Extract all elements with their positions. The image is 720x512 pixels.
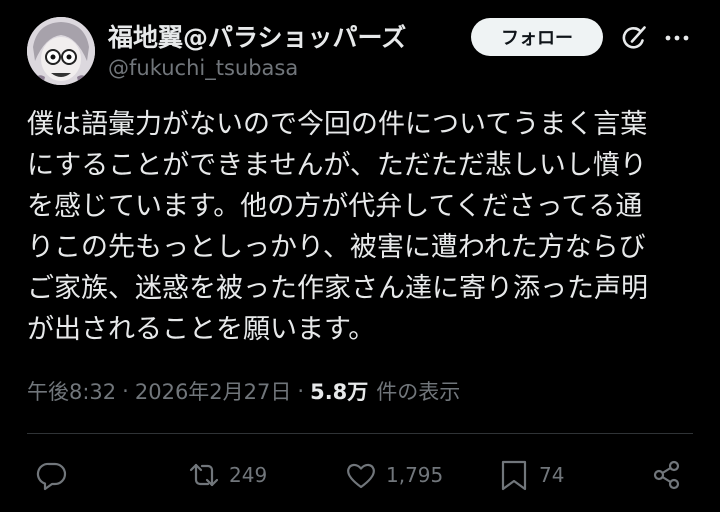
heart-icon bbox=[347, 463, 375, 489]
tweet-date[interactable]: 2026年2月27日 bbox=[135, 376, 292, 406]
like-button[interactable]: 1,795 bbox=[345, 458, 443, 492]
bookmark-button[interactable]: 74 bbox=[498, 458, 564, 492]
share-button[interactable] bbox=[651, 458, 683, 492]
tweet-line: りこの先もっとしっかり、被害に遭われた方ならび bbox=[27, 232, 646, 263]
retweet-count: 249 bbox=[229, 463, 268, 487]
meta-separator: · bbox=[122, 379, 129, 403]
more-icon[interactable] bbox=[664, 30, 690, 46]
tweet-line: が出されることを願います。 bbox=[27, 314, 376, 345]
bookmark-icon bbox=[501, 460, 527, 491]
bookmark-count: 74 bbox=[539, 463, 565, 487]
tweet-line: にすることができませんが、ただただ悲しいし憤り bbox=[27, 150, 647, 181]
avatar[interactable] bbox=[27, 17, 95, 85]
grok-icon[interactable] bbox=[620, 24, 648, 52]
share-icon bbox=[653, 460, 680, 490]
like-count: 1,795 bbox=[386, 463, 444, 487]
display-name[interactable]: 福地翼@パラショッパーズ bbox=[108, 18, 406, 54]
tweet-meta: 午後8:32 · 2026年2月27日 · 5.8万 件の表示 bbox=[27, 376, 460, 406]
retweet-button[interactable]: 249 bbox=[188, 458, 267, 492]
tweet-line: を感じています。他の方が代弁してくださってる通 bbox=[27, 191, 643, 222]
view-label: 件の表示 bbox=[376, 380, 461, 404]
tweet-time[interactable]: 午後8:32 bbox=[27, 376, 116, 406]
meta-separator: · bbox=[297, 379, 305, 403]
tweet-text: 僕は語彙力がないので今回の件についてうまく言葉 にすることができませんが、ただた… bbox=[27, 104, 695, 350]
view-count[interactable]: 5.8万 bbox=[310, 376, 368, 406]
follow-button[interactable]: フォロー bbox=[471, 18, 603, 56]
tweet-line: ご家族、迷惑を被った作家さん達に寄り添った声明 bbox=[27, 273, 648, 304]
user-handle[interactable]: @fukuchi_tsubasa bbox=[108, 56, 298, 80]
tweet-line: 僕は語彙力がないので今回の件についてうまく言葉 bbox=[27, 109, 648, 140]
divider bbox=[27, 433, 693, 434]
reply-button[interactable] bbox=[36, 458, 68, 492]
reply-icon bbox=[36, 462, 67, 491]
retweet-icon bbox=[189, 463, 219, 487]
